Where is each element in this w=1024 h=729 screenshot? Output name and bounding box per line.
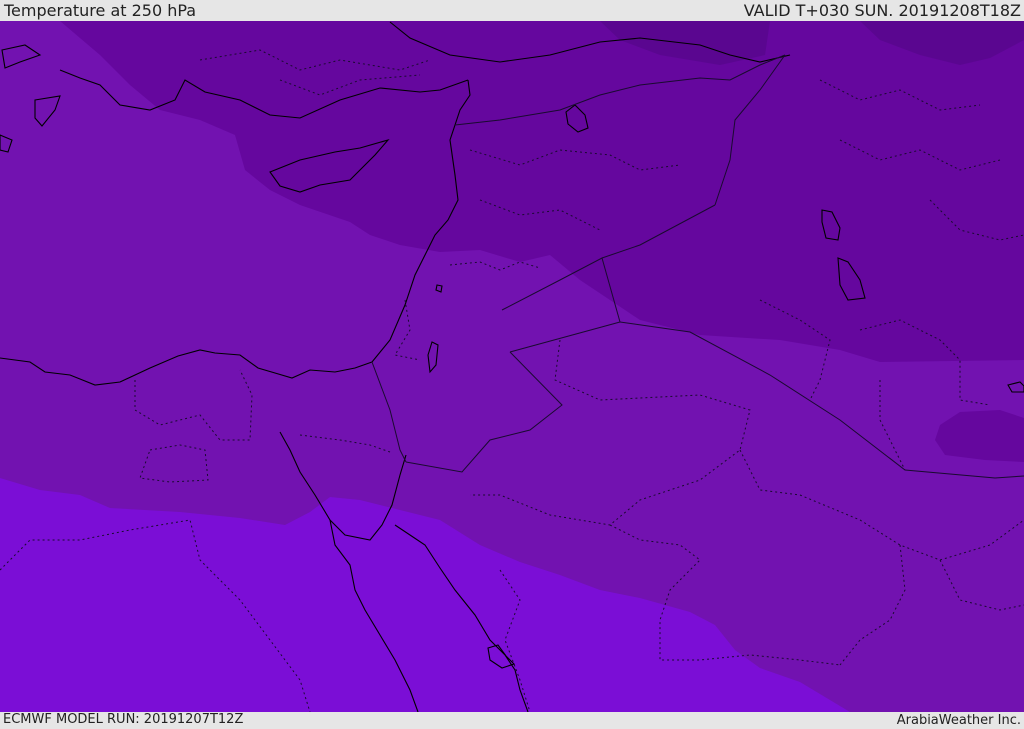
map-title: Temperature at 250 hPa: [4, 1, 197, 20]
footer-bar: ECMWF MODEL RUN: 20191207T12Z ArabiaWeat…: [0, 712, 1024, 729]
valid-time-label: VALID T+030 SUN. 20191208T18Z: [743, 1, 1021, 20]
credit-label: ArabiaWeather Inc.: [896, 713, 1021, 728]
map-svg: [0, 21, 1024, 712]
model-run-label: ECMWF MODEL RUN: 20191207T12Z: [3, 712, 244, 727]
temperature-map: [0, 21, 1024, 712]
weather-map-page: Temperature at 250 hPa VALID T+030 SUN. …: [0, 0, 1024, 729]
header-bar: Temperature at 250 hPa VALID T+030 SUN. …: [0, 0, 1024, 21]
